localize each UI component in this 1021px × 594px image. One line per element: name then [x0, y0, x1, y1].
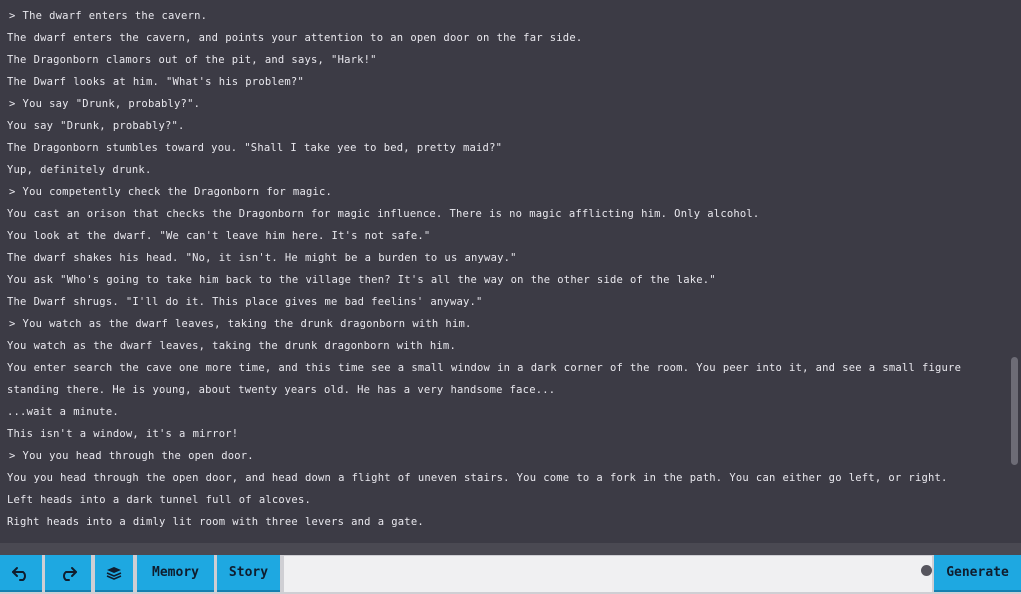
- divider: [0, 543, 1021, 555]
- input-toolbar: Memory Story Generate: [0, 555, 1021, 594]
- story-text-line: The dwarf shakes his head. "No, it isn't…: [7, 252, 517, 264]
- redo-button[interactable]: [45, 555, 91, 592]
- story-action-line: > You competently check the Dragonborn f…: [9, 186, 333, 198]
- story-text-line: ...wait a minute.: [7, 406, 119, 418]
- generate-button[interactable]: Generate: [934, 555, 1021, 592]
- undo-icon: [11, 565, 31, 581]
- story-text-line: This isn't a window, it's a mirror!: [7, 428, 239, 440]
- app-window: > The dwarf enters the cavern. The dwarf …: [0, 0, 1021, 594]
- story-action-line: > You you head through the open door.: [9, 450, 254, 462]
- layers-button[interactable]: [95, 555, 133, 592]
- story-text-line: You cast an orison that checks the Drago…: [7, 208, 760, 220]
- story-text-line: The Dwarf shrugs. "I'll do it. This plac…: [7, 296, 483, 308]
- story-text-line: You you head through the open door, and …: [7, 472, 948, 484]
- story-text-line: Left heads into a dark tunnel full of al…: [7, 494, 311, 506]
- status-indicator: [921, 565, 932, 576]
- story-text-line: The Dragonborn clamors out of the pit, a…: [7, 54, 377, 66]
- story-button[interactable]: Story: [217, 555, 280, 592]
- undo-button[interactable]: [0, 555, 42, 592]
- story-text-line: You look at the dwarf. "We can't leave h…: [7, 230, 431, 242]
- story-scrollbar[interactable]: [1008, 0, 1021, 543]
- story-text-line: Yup, definitely drunk.: [7, 164, 152, 176]
- redo-icon: [58, 565, 78, 581]
- story-text-line: You watch as the dwarf leaves, taking th…: [7, 340, 456, 352]
- story-text-line: You say "Drunk, probably?".: [7, 120, 185, 132]
- story-action-line: > You watch as the dwarf leaves, taking …: [9, 318, 472, 330]
- story-text-line: You ask "Who's going to take him back to…: [7, 274, 716, 286]
- action-input[interactable]: [284, 556, 932, 592]
- memory-button[interactable]: Memory: [137, 555, 214, 592]
- story-text-line: The Dwarf looks at him. "What's his prob…: [7, 76, 304, 88]
- layers-icon: [106, 566, 122, 580]
- story-action-line: > You say "Drunk, probably?".: [9, 98, 201, 110]
- story-content: > The dwarf enters the cavern. The dwarf …: [0, 5, 1000, 533]
- story-panel[interactable]: > The dwarf enters the cavern. The dwarf …: [0, 0, 1008, 543]
- story-action-line: > The dwarf enters the cavern.: [9, 10, 208, 22]
- scrollbar-thumb[interactable]: [1011, 357, 1018, 465]
- story-text-line: The dwarf enters the cavern, and points …: [7, 32, 583, 44]
- story-text-line: You enter search the cave one more time,…: [7, 362, 969, 396]
- story-text-line: Right heads into a dimly lit room with t…: [7, 516, 424, 528]
- story-text-line: The Dragonborn stumbles toward you. "Sha…: [7, 142, 503, 154]
